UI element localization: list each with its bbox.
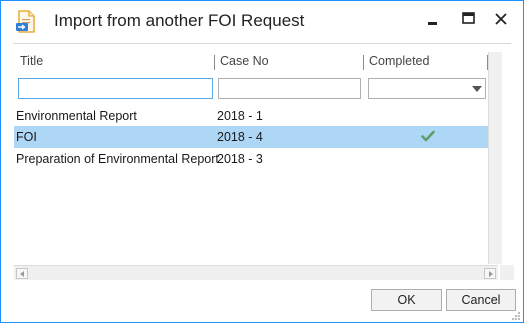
- import-dialog: Import from another FOI Request Title Ca…: [0, 0, 524, 323]
- foi-request-grid: Title Case No Completed Environmental Re…: [14, 52, 502, 282]
- row-case-no: 2018 - 1: [217, 109, 263, 123]
- chevron-down-icon[interactable]: [472, 86, 482, 92]
- title-separator: [13, 43, 511, 44]
- row-title: Preparation of Environmental Report: [16, 152, 219, 166]
- column-header-title[interactable]: Title: [20, 54, 43, 72]
- arrow-right-icon: [489, 271, 493, 277]
- horizontal-scrollbar[interactable]: [14, 265, 498, 280]
- column-divider[interactable]: [363, 55, 364, 70]
- resize-grip-icon[interactable]: [509, 309, 521, 321]
- arrow-left-icon: [20, 271, 24, 277]
- dialog-title: Import from another FOI Request: [54, 11, 305, 30]
- scrollbar-corner: [500, 265, 514, 280]
- column-divider[interactable]: [214, 55, 215, 70]
- row-title: Environmental Report: [16, 109, 137, 123]
- title-filter-input[interactable]: [18, 78, 213, 99]
- cancel-button[interactable]: Cancel: [446, 289, 516, 311]
- maximize-icon[interactable]: [459, 9, 479, 29]
- ok-button[interactable]: OK: [371, 289, 442, 311]
- completed-filter-dropdown[interactable]: [368, 78, 486, 99]
- row-title: FOI: [16, 130, 37, 144]
- table-row[interactable]: Preparation of Environmental Report 2018…: [14, 148, 488, 170]
- scroll-left-button[interactable]: [16, 268, 28, 279]
- vertical-scrollbar[interactable]: [488, 52, 502, 264]
- table-row-selected[interactable]: FOI 2018 - 4: [14, 126, 488, 148]
- row-case-no: 2018 - 3: [217, 152, 263, 166]
- case-no-filter-input[interactable]: [218, 78, 361, 99]
- scroll-right-button[interactable]: [484, 268, 496, 279]
- row-case-no: 2018 - 4: [217, 130, 263, 144]
- document-import-icon: [16, 10, 35, 33]
- table-row[interactable]: Environmental Report 2018 - 1: [14, 105, 488, 127]
- column-header-case-no[interactable]: Case No: [220, 54, 269, 72]
- close-icon[interactable]: [491, 9, 511, 29]
- column-header-completed[interactable]: Completed: [369, 54, 429, 72]
- title-bar[interactable]: Import from another FOI Request: [1, 1, 523, 41]
- check-icon: [421, 130, 435, 142]
- minimize-icon[interactable]: [423, 9, 443, 29]
